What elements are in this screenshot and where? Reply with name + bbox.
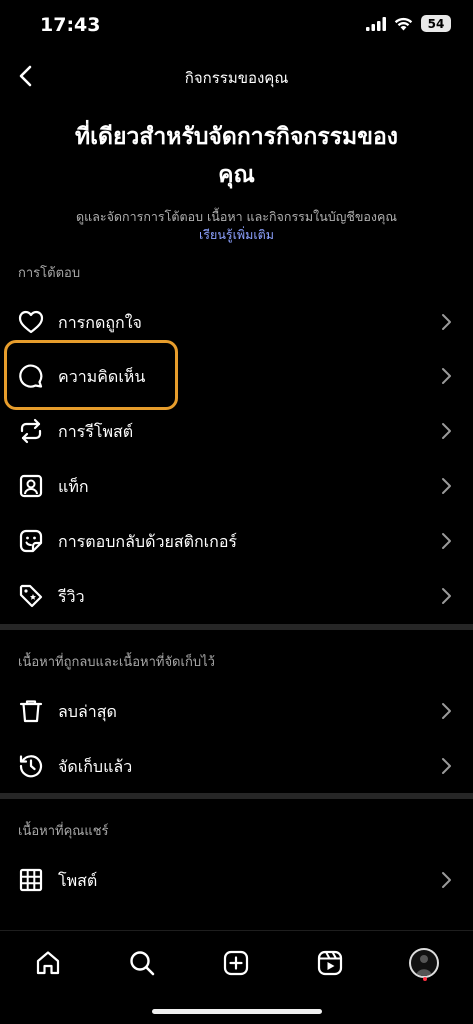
section-divider: [0, 793, 473, 799]
reels-tab[interactable]: [308, 941, 352, 985]
hero-description: ดูและจัดการการโต้ตอบ เนื้อหา และกิจกรรมใ…: [76, 209, 397, 224]
trash-icon: [17, 697, 45, 725]
grid-icon: [17, 866, 45, 894]
page-title: กิจกรรมของคุณ: [184, 69, 289, 87]
home-indicator: [152, 1009, 322, 1014]
row-label: การตอบกลับด้วยสติกเกอร์: [58, 532, 238, 551]
row-tags[interactable]: แท็ก: [0, 460, 473, 512]
chevron-right-icon: [442, 478, 451, 494]
chevron-right-icon: [442, 368, 451, 384]
search-icon: [130, 951, 155, 976]
wifi-icon: [394, 17, 413, 30]
profile-avatar: [409, 948, 439, 978]
create-icon: [223, 950, 249, 976]
archive-history-icon: [17, 752, 45, 780]
nav-header: กิจกรรมของคุณ: [0, 52, 473, 100]
chevron-right-icon: [442, 533, 451, 549]
row-label: จัดเก็บแล้ว: [58, 757, 133, 776]
heart-icon: [17, 308, 45, 336]
create-tab[interactable]: [214, 941, 258, 985]
section-header-interactions: การโต้ตอบ: [18, 266, 81, 281]
learn-more-link[interactable]: เรียนรู้เพิ่มเติม: [0, 226, 473, 244]
section-divider: [0, 624, 473, 630]
chevron-right-icon: [442, 758, 451, 774]
search-tab[interactable]: [120, 941, 164, 985]
row-label: การกดถูกใจ: [58, 313, 142, 332]
signal-icon: [366, 16, 386, 31]
hero-section: ที่เดียวสำหรับจัดการกิจกรรมของคุณ ดูและจ…: [0, 118, 473, 244]
status-time: 17:43: [40, 14, 101, 36]
row-sticker-responses[interactable]: การตอบกลับด้วยสติกเกอร์: [0, 515, 473, 567]
section-header-shared: เนื้อหาที่คุณแชร์: [18, 824, 109, 839]
repost-icon: [17, 417, 45, 445]
row-label: แท็ก: [58, 477, 89, 496]
home-icon: [36, 951, 60, 975]
notification-dot: [423, 977, 427, 981]
status-icons: 54: [366, 15, 451, 32]
tag-person-icon: [17, 472, 45, 500]
row-label: รีวิว: [58, 587, 85, 606]
row-recently-deleted[interactable]: ลบล่าสุด: [0, 685, 473, 737]
battery-indicator: 54: [421, 15, 451, 32]
review-tag-icon: [17, 582, 45, 610]
chevron-right-icon: [442, 423, 451, 439]
chevron-right-icon: [442, 314, 451, 330]
sticker-icon: [17, 527, 45, 555]
row-label: การรีโพสต์: [58, 422, 134, 441]
row-reposts[interactable]: การรีโพสต์: [0, 405, 473, 457]
reels-icon: [317, 950, 343, 976]
home-tab[interactable]: [26, 941, 70, 985]
row-label: โพสต์: [58, 871, 98, 890]
chevron-right-icon: [442, 703, 451, 719]
highlight-box: [4, 340, 178, 410]
section-header-removed: เนื้อหาที่ถูกลบและเนื้อหาที่จัดเก็บไว้: [18, 655, 215, 670]
chevron-right-icon: [442, 588, 451, 604]
hero-title: ที่เดียวสำหรับจัดการกิจกรรมของคุณ: [75, 124, 398, 188]
row-archived[interactable]: จัดเก็บแล้ว: [0, 740, 473, 792]
status-bar: 17:43 54: [0, 0, 473, 52]
row-reviews[interactable]: รีวิว: [0, 570, 473, 622]
row-posts[interactable]: โพสต์: [0, 854, 473, 906]
chevron-right-icon: [442, 872, 451, 888]
row-label: ลบล่าสุด: [58, 702, 117, 721]
